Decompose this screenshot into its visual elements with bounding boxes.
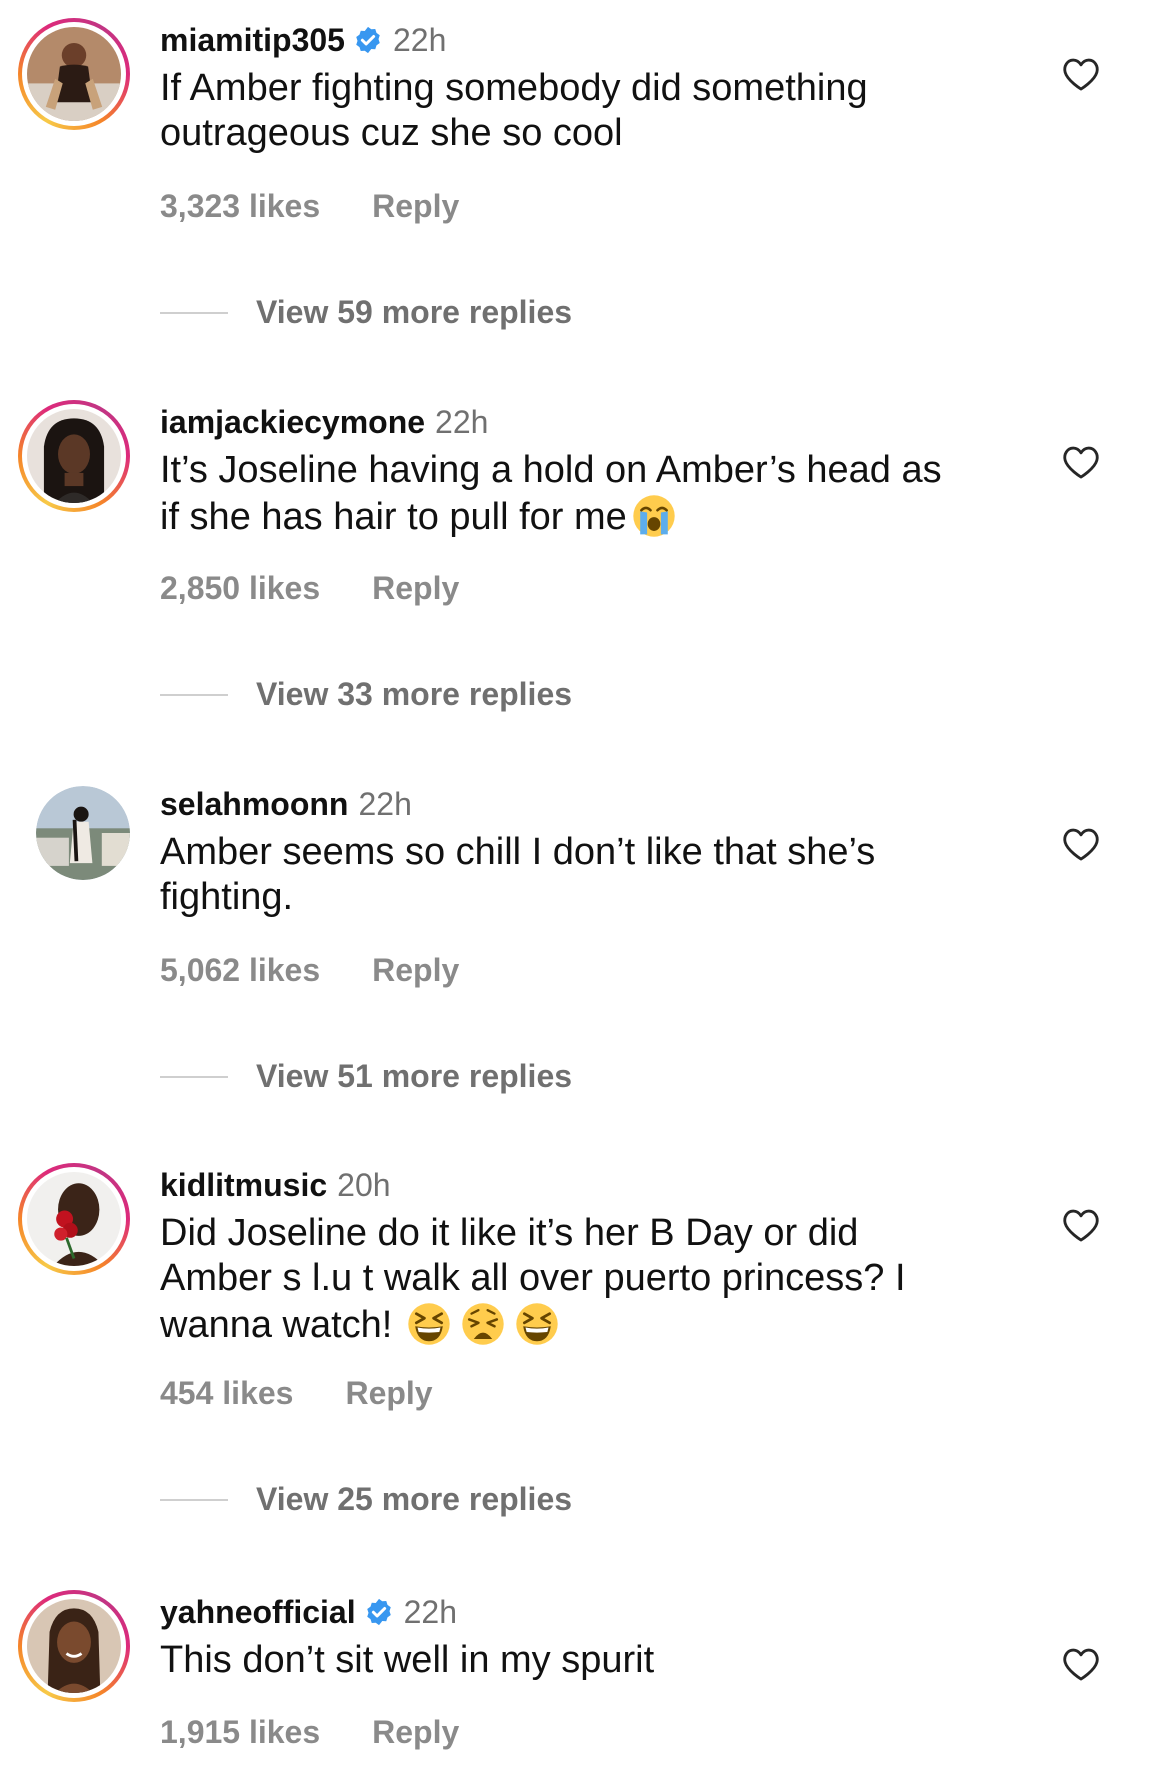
comment-timestamp: 22h xyxy=(403,1594,457,1630)
comment-text: If Amber fighting somebody did something… xyxy=(160,66,1020,156)
replies-divider xyxy=(160,311,228,314)
replies-divider xyxy=(160,1075,228,1078)
view-more-replies-button[interactable]: View 33 more replies xyxy=(160,676,572,713)
comment-text: This don’t sit well in my spurit xyxy=(160,1638,1020,1683)
avatar xyxy=(27,1172,121,1266)
grinning-squinting-face-emoji xyxy=(406,1301,452,1347)
comment-body: This don’t sit well in my spurit xyxy=(160,1639,655,1681)
view-more-replies-button[interactable]: View 51 more replies xyxy=(160,1058,572,1095)
verified-badge-icon xyxy=(364,1597,394,1627)
comment-text: Amber seems so chill I don’t like that s… xyxy=(160,830,1020,920)
view-replies-label: View 51 more replies xyxy=(256,1058,573,1094)
comment-item: iamjackiecymone 22h It’s Joseline having… xyxy=(0,382,1170,712)
heart-outline-icon[interactable] xyxy=(1062,1207,1100,1243)
replies-divider xyxy=(160,693,228,696)
avatar xyxy=(27,27,121,121)
comment-meta: 2,850 likes Reply xyxy=(160,568,459,608)
comment-meta: 3,323 likes Reply xyxy=(160,186,459,226)
avatar-story-ring[interactable] xyxy=(18,400,130,512)
reply-button[interactable]: Reply xyxy=(372,950,459,990)
username[interactable]: iamjackiecymone xyxy=(160,402,425,442)
like-count[interactable]: 5,062 likes xyxy=(160,950,320,990)
comment-header: iamjackiecymone 22h xyxy=(160,402,488,442)
avatar xyxy=(27,409,121,503)
comment-header: miamitip305 22h xyxy=(160,20,446,60)
comment-header: selahmoonn 22h xyxy=(160,784,412,824)
comment-header: yahneofficial 22h xyxy=(160,1592,457,1632)
verified-badge-icon xyxy=(353,25,383,55)
comment-meta: 454 likes Reply xyxy=(160,1373,433,1413)
comment-timestamp: 22h xyxy=(392,22,447,58)
like-count[interactable]: 3,323 likes xyxy=(160,186,320,226)
comment-body: Amber seems so chill I don’t like that s… xyxy=(160,831,876,918)
grinning-squinting-face-emoji xyxy=(514,1301,560,1347)
view-more-replies-button[interactable]: View 25 more replies xyxy=(160,1481,572,1518)
weary-face-emoji xyxy=(460,1301,506,1347)
comment-timestamp: 22h xyxy=(435,404,489,440)
replies-divider xyxy=(160,1498,228,1501)
comment-meta: 1,915 likes Reply xyxy=(160,1712,459,1752)
view-replies-label: View 59 more replies xyxy=(256,294,573,330)
comments-list: miamitip305 22h If Amber fighting somebo… xyxy=(0,0,1170,1789)
heart-outline-icon[interactable] xyxy=(1062,444,1100,480)
heart-outline-icon[interactable] xyxy=(1062,826,1100,862)
comment-item: yahneofficial 22h This don’t sit well in… xyxy=(0,1572,1170,1772)
reply-button[interactable]: Reply xyxy=(372,1712,459,1752)
heart-outline-icon[interactable] xyxy=(1062,56,1100,92)
username[interactable]: kidlitmusic xyxy=(160,1165,327,1205)
comment-text: Did Joseline do it like it’s her B Day o… xyxy=(160,1211,1020,1348)
avatar-story-ring[interactable] xyxy=(18,1163,130,1275)
view-more-replies-button[interactable]: View 59 more replies xyxy=(160,294,572,331)
comment-timestamp: 20h xyxy=(337,1167,391,1203)
username[interactable]: yahneofficial xyxy=(160,1592,356,1632)
reply-button[interactable]: Reply xyxy=(372,568,459,608)
comment-body: It’s Joseline having a hold on Amber’s h… xyxy=(160,449,942,538)
avatar-image xyxy=(36,786,130,880)
loudly-crying-face-emoji xyxy=(631,493,677,539)
reply-button[interactable]: Reply xyxy=(345,1373,432,1413)
avatar xyxy=(27,1599,121,1693)
comment-timestamp: 22h xyxy=(358,786,412,822)
like-count[interactable]: 454 likes xyxy=(160,1373,293,1413)
view-replies-label: View 25 more replies xyxy=(256,1481,573,1517)
comment-header: kidlitmusic 20h xyxy=(160,1165,391,1205)
avatar-story-ring[interactable] xyxy=(18,18,130,130)
reply-button[interactable]: Reply xyxy=(372,186,459,226)
comment-body: If Amber fighting somebody did something… xyxy=(160,67,868,154)
username[interactable]: miamitip305 xyxy=(160,20,345,60)
like-count[interactable]: 2,850 likes xyxy=(160,568,320,608)
comment-item: selahmoonn 22h Amber seems so chill I do… xyxy=(0,764,1170,1094)
comment-text: It’s Joseline having a hold on Amber’s h… xyxy=(160,448,1020,540)
avatar-story-ring[interactable] xyxy=(18,1590,130,1702)
like-count[interactable]: 1,915 likes xyxy=(160,1712,320,1752)
avatar[interactable] xyxy=(36,786,130,880)
comment-meta: 5,062 likes Reply xyxy=(160,950,459,990)
username[interactable]: selahmoonn xyxy=(160,784,348,824)
view-replies-label: View 33 more replies xyxy=(256,676,573,712)
comment-item: kidlitmusic 20h Did Joseline do it like … xyxy=(0,1145,1170,1520)
comment-item: miamitip305 22h If Amber fighting somebo… xyxy=(0,0,1170,330)
heart-outline-icon[interactable] xyxy=(1062,1646,1100,1682)
